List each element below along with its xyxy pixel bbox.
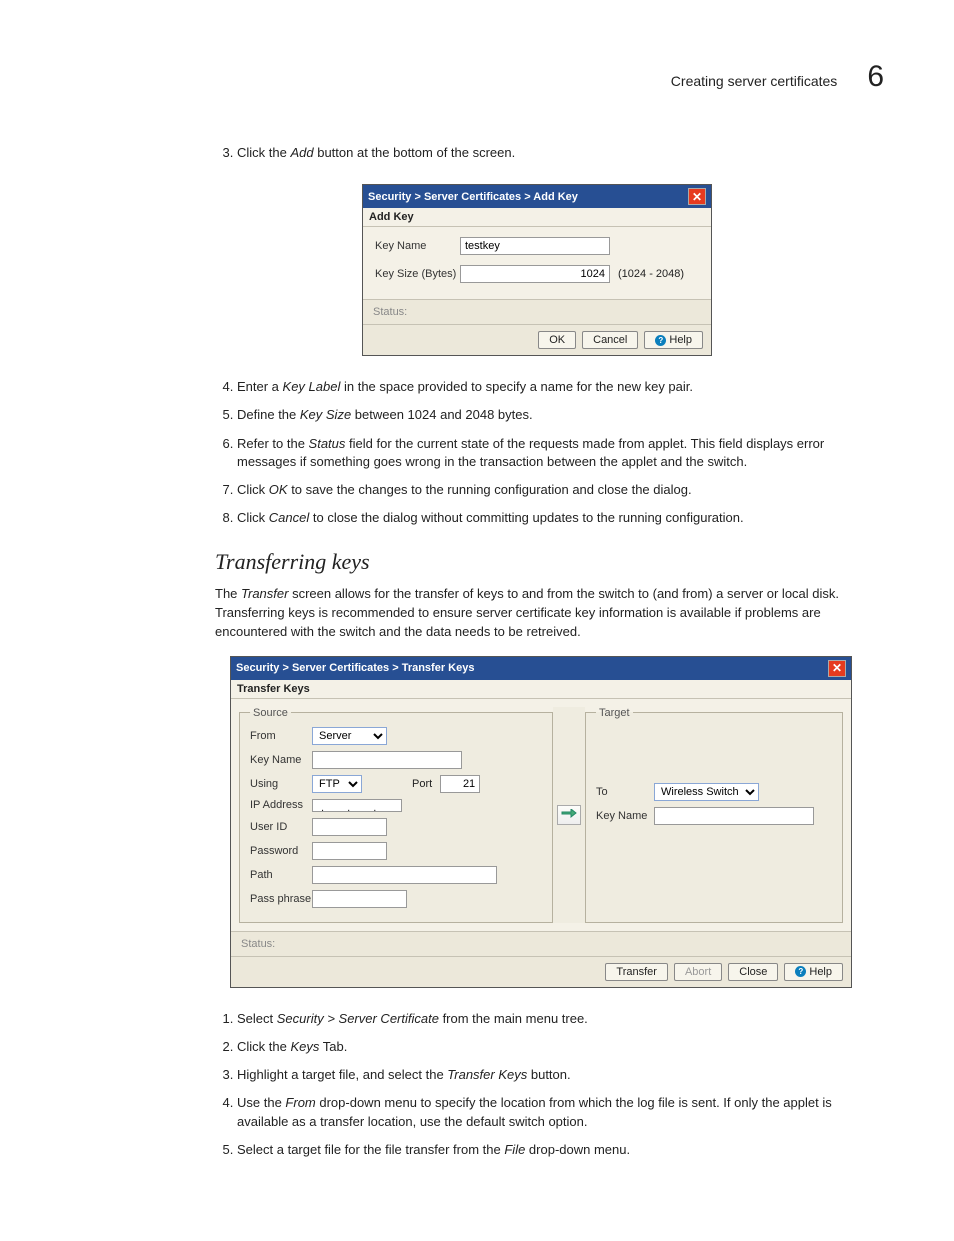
- dialog-title-bar: Security > Server Certificates > Add Key…: [363, 185, 711, 208]
- close-icon[interactable]: ✕: [828, 660, 846, 677]
- port-label: Port: [412, 778, 432, 790]
- passphrase-label: Pass phrase: [250, 893, 312, 905]
- steps-before-dialog: Click the Add button at the bottom of th…: [215, 144, 859, 162]
- password-label: Password: [250, 845, 312, 857]
- dialog-subtitle: Transfer Keys: [231, 680, 851, 699]
- step-5: Define the Key Size between 1024 and 204…: [237, 406, 859, 424]
- header-title: Creating server certificates: [671, 73, 838, 89]
- help-button[interactable]: ?Help: [644, 331, 703, 349]
- key-name-input[interactable]: [460, 237, 610, 255]
- page-header: Creating server certificates 6: [70, 60, 884, 94]
- source-legend: Source: [250, 707, 291, 719]
- target-legend: Target: [596, 707, 633, 719]
- transfer-status-row: Status:: [231, 931, 851, 956]
- dialog-breadcrumb: Security > Server Certificates > Transfe…: [236, 662, 474, 674]
- port-input[interactable]: [440, 775, 480, 793]
- add-key-dialog: Security > Server Certificates > Add Key…: [362, 184, 712, 356]
- tgt-keyname-input[interactable]: [654, 807, 814, 825]
- target-panel: Target To Wireless Switch Key Name: [585, 707, 843, 923]
- tstep-1: Select Security > Server Certificate fro…: [237, 1010, 859, 1028]
- close-icon[interactable]: ✕: [688, 188, 706, 205]
- path-label: Path: [250, 869, 312, 881]
- using-select[interactable]: FTP: [312, 775, 362, 793]
- help-button[interactable]: ?Help: [784, 963, 843, 981]
- transfer-intro: The Transfer screen allows for the trans…: [215, 585, 859, 642]
- transfer-icon[interactable]: [557, 805, 581, 825]
- tstep-4: Use the From drop-down menu to specify t…: [237, 1094, 859, 1130]
- src-keyname-label: Key Name: [250, 754, 312, 766]
- tstep-2: Click the Keys Tab.: [237, 1038, 859, 1056]
- ok-button[interactable]: OK: [538, 331, 576, 349]
- transfer-arrow-area: [553, 707, 585, 923]
- steps-after-addkey: Enter a Key Label in the space provided …: [215, 378, 859, 527]
- page-content: Click the Add button at the bottom of th…: [215, 144, 859, 1159]
- step-8: Click Cancel to close the dialog without…: [237, 509, 859, 527]
- tstep-3: Highlight a target file, and select the …: [237, 1066, 859, 1084]
- steps-after-transfer: Select Security > Server Certificate fro…: [215, 1010, 859, 1159]
- using-label: Using: [250, 778, 312, 790]
- key-size-hint: (1024 - 2048): [618, 268, 684, 280]
- passphrase-input[interactable]: [312, 890, 407, 908]
- help-icon: ?: [795, 966, 806, 977]
- to-select[interactable]: Wireless Switch: [654, 783, 759, 801]
- from-label: From: [250, 730, 312, 742]
- abort-button[interactable]: Abort: [674, 963, 722, 981]
- password-input[interactable]: [312, 842, 387, 860]
- userid-label: User ID: [250, 821, 312, 833]
- path-input[interactable]: [312, 866, 497, 884]
- source-panel: Source From Server Key Name Using FTP Po…: [239, 707, 553, 923]
- transfer-keys-dialog: Security > Server Certificates > Transfe…: [230, 656, 852, 988]
- key-size-input[interactable]: [460, 265, 610, 283]
- help-icon: ?: [655, 335, 666, 346]
- userid-input[interactable]: [312, 818, 387, 836]
- ip-input[interactable]: . . .: [312, 799, 402, 812]
- step-4: Enter a Key Label in the space provided …: [237, 378, 859, 396]
- chapter-number: 6: [867, 60, 884, 94]
- section-heading: Transferring keys: [215, 549, 859, 575]
- close-button[interactable]: Close: [728, 963, 778, 981]
- step-7: Click OK to save the changes to the runn…: [237, 481, 859, 499]
- step-6: Refer to the Status field for the curren…: [237, 435, 859, 471]
- ip-label: IP Address: [250, 799, 312, 811]
- key-size-label: Key Size (Bytes): [375, 268, 460, 280]
- dialog-breadcrumb: Security > Server Certificates > Add Key: [368, 191, 578, 203]
- dialog-subtitle: Add Key: [363, 208, 711, 227]
- key-name-label: Key Name: [375, 240, 460, 252]
- from-select[interactable]: Server: [312, 727, 387, 745]
- transfer-button[interactable]: Transfer: [605, 963, 668, 981]
- status-row: Status:: [363, 299, 711, 324]
- tstep-5: Select a target file for the file transf…: [237, 1141, 859, 1159]
- tgt-keyname-label: Key Name: [596, 810, 654, 822]
- cancel-button[interactable]: Cancel: [582, 331, 638, 349]
- dialog-title-bar: Security > Server Certificates > Transfe…: [231, 657, 851, 680]
- to-label: To: [596, 786, 654, 798]
- step-3: Click the Add button at the bottom of th…: [237, 144, 859, 162]
- src-keyname-input[interactable]: [312, 751, 462, 769]
